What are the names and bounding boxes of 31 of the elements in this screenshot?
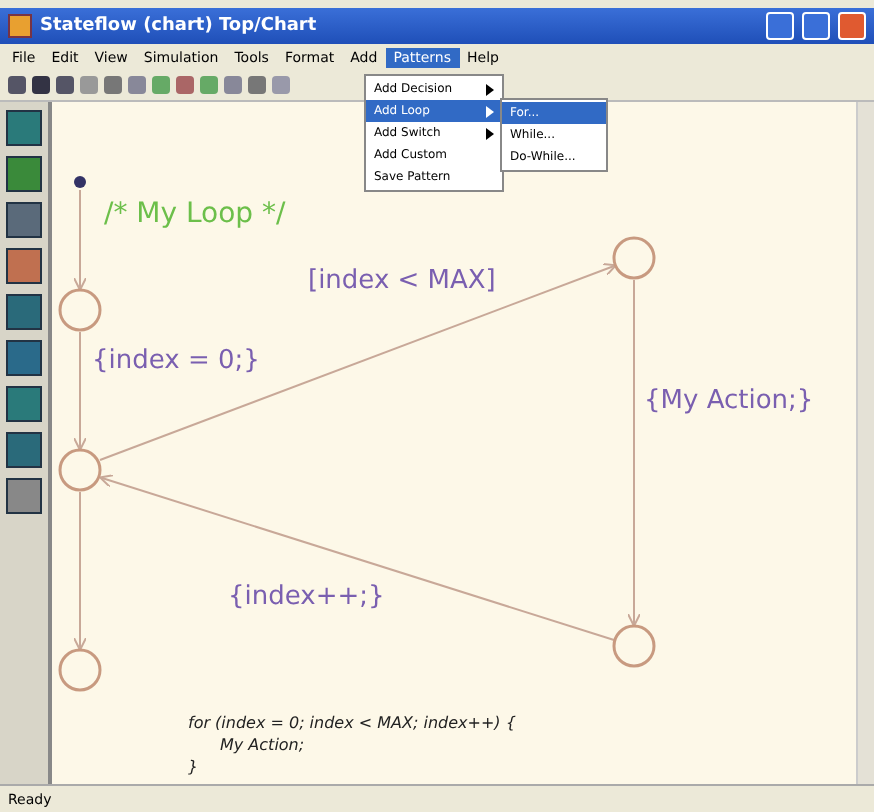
action-label: {index = 0;} — [92, 346, 260, 376]
action-label: {index++;} — [228, 582, 385, 612]
code-line: for (index = 0; index < MAX; index++) { — [188, 714, 516, 732]
junction — [58, 648, 102, 692]
comment-label: /* My Loop */ — [104, 198, 286, 230]
junction — [612, 624, 656, 668]
palette-tool-icon[interactable] — [6, 202, 42, 238]
default-transition-dot — [74, 176, 86, 188]
code-line: My Action; — [218, 736, 307, 754]
palette-tool-icon[interactable] — [6, 156, 42, 192]
window-title: Stateflow (chart) Top/Chart — [40, 16, 319, 36]
minimize-button[interactable] — [766, 12, 794, 40]
palette-tool-icon[interactable] — [6, 294, 42, 330]
palette-tool-icon[interactable] — [6, 248, 42, 284]
condition-label: [index < MAX] — [308, 266, 496, 296]
scrollbar[interactable] — [856, 102, 874, 784]
transition-arrow — [73, 189, 87, 291]
palette-tool-icon[interactable] — [6, 340, 42, 376]
code-line: } — [188, 758, 201, 776]
palette-tool-icon[interactable] — [6, 478, 42, 514]
close-button[interactable] — [838, 12, 866, 40]
junction — [612, 236, 656, 280]
maximize-button[interactable] — [802, 12, 830, 40]
palette-tool-icon[interactable] — [6, 110, 42, 146]
transition-arrow — [73, 331, 87, 451]
junction — [58, 288, 102, 332]
junction — [58, 448, 102, 492]
palette-tool-icon[interactable] — [6, 386, 42, 422]
palette-tool-icon[interactable] — [6, 432, 42, 468]
app-icon — [8, 14, 32, 38]
action-label: {My Action;} — [644, 386, 814, 416]
